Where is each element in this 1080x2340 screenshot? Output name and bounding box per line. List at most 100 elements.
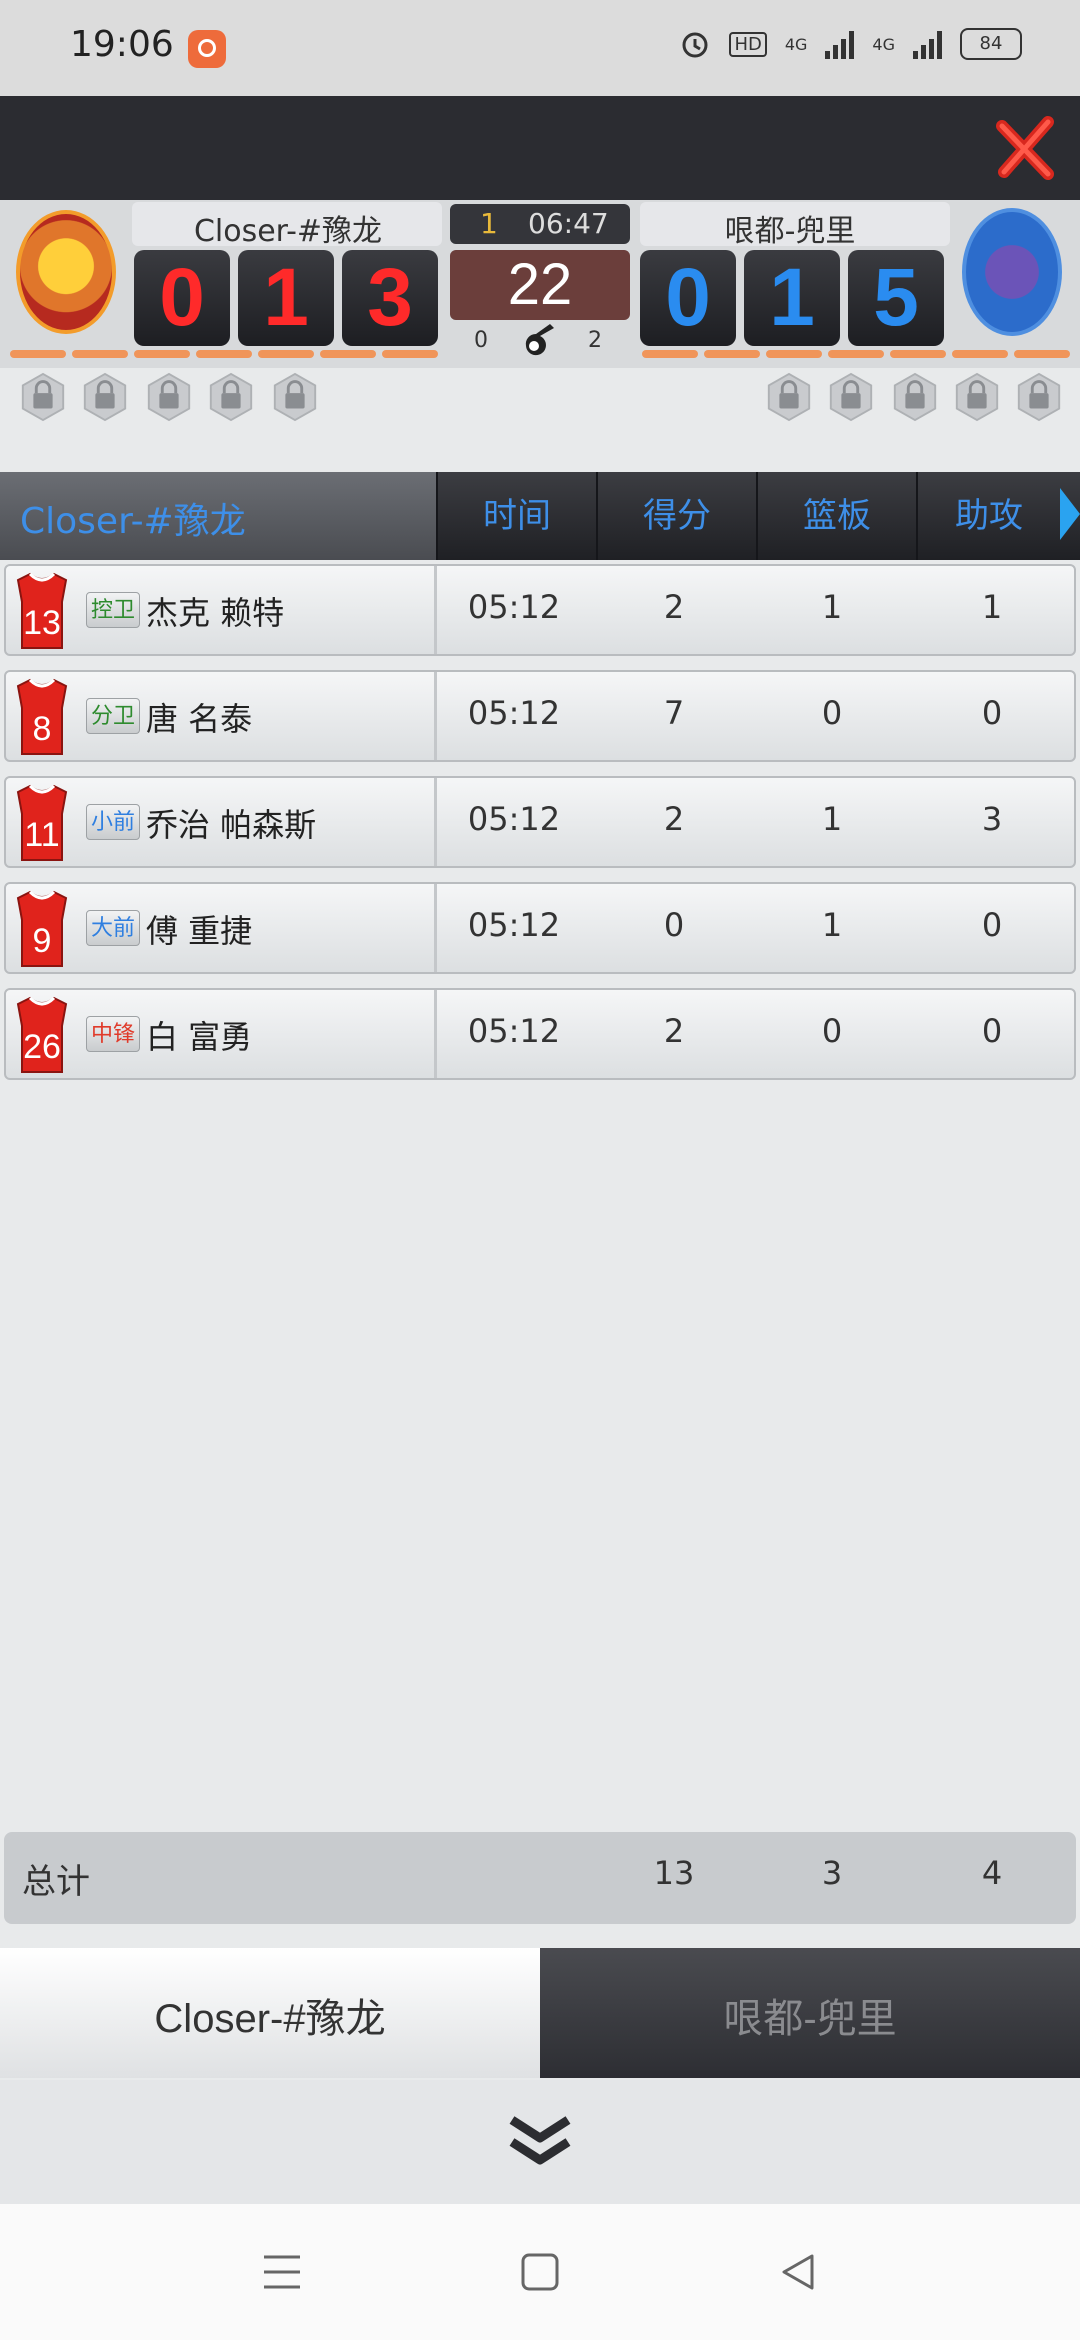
column-header-rebounds[interactable]: 篮板 xyxy=(756,472,916,560)
away-foul-indicators xyxy=(642,350,1070,358)
away-score-digit: 5 xyxy=(848,250,944,346)
position-badge: 小前 xyxy=(86,804,140,840)
whistle-icon xyxy=(525,324,554,356)
jersey-number: 13 xyxy=(23,604,61,642)
menu-icon[interactable] xyxy=(262,2254,302,2290)
locked-slot-icon xyxy=(21,372,65,422)
assists-cell: 0 xyxy=(981,906,1003,944)
jersey-icon: 9 xyxy=(16,890,68,967)
column-header-time[interactable]: 时间 xyxy=(436,472,596,560)
header-team-name: Closer-#豫龙 xyxy=(20,501,246,542)
locked-slot-icon xyxy=(767,372,811,422)
totals-row xyxy=(4,1832,1076,1924)
game-clock: 06:47 xyxy=(528,207,609,240)
scroll-right-arrow-icon[interactable] xyxy=(1060,488,1080,540)
player-name: 白 富勇 xyxy=(146,1018,253,1056)
total-assists: 4 xyxy=(981,1854,1003,1892)
row-divider xyxy=(434,672,437,760)
home-score-digit: 1 xyxy=(238,250,334,346)
home-team-name: Closer-#豫龙 xyxy=(193,214,383,249)
rebounds-cell: 0 xyxy=(821,1012,843,1050)
network-label-2: 4G xyxy=(872,34,895,54)
quarter-number: 1 xyxy=(480,207,498,240)
close-icon[interactable] xyxy=(992,112,1062,182)
assists-cell: 0 xyxy=(981,1012,1003,1050)
game-clock-box: 1 06:47 xyxy=(450,204,630,244)
locked-slot-icon xyxy=(209,372,253,422)
jersey-icon: 26 xyxy=(16,996,68,1073)
home-score-digit: 0 xyxy=(134,250,230,346)
player-name: 乔治 帕森斯 xyxy=(146,806,317,844)
row-divider xyxy=(434,884,437,972)
locked-slot-icon xyxy=(147,372,191,422)
row-divider xyxy=(434,778,437,866)
column-header-points[interactable]: 得分 xyxy=(596,472,756,560)
locked-slot-icon xyxy=(273,372,317,422)
minutes-cell: 05:12 xyxy=(467,1012,561,1050)
away-team-name: 哏都-兜里 xyxy=(724,214,856,249)
position-badge: 分卫 xyxy=(86,698,140,734)
away-team-logo xyxy=(962,208,1062,336)
tab-home-team-label[interactable]: Closer-#豫龙 xyxy=(0,1986,540,2044)
minutes-cell: 05:12 xyxy=(467,694,561,732)
jersey-number: 11 xyxy=(24,816,59,854)
row-divider xyxy=(434,566,437,654)
jersey-number: 8 xyxy=(33,710,52,748)
home-icon[interactable] xyxy=(520,2252,560,2292)
total-points: 13 xyxy=(653,1854,695,1892)
status-icons: HD 4G 4G 84 xyxy=(679,28,1022,60)
rebounds-cell: 1 xyxy=(821,906,843,944)
assists-cell: 1 xyxy=(981,588,1003,626)
minutes-cell: 05:12 xyxy=(467,800,561,838)
player-name: 唐 名泰 xyxy=(146,700,253,738)
assists-cell: 0 xyxy=(981,694,1003,732)
header-team-cell: Closer-#豫龙 xyxy=(0,472,436,560)
status-time: 19:06 xyxy=(70,24,174,65)
chevron-double-down-icon[interactable] xyxy=(506,2112,574,2170)
back-icon[interactable] xyxy=(778,2252,818,2292)
rebounds-cell: 0 xyxy=(821,694,843,732)
points-cell: 0 xyxy=(663,906,685,944)
points-cell: 2 xyxy=(663,800,685,838)
locked-slot-icon xyxy=(955,372,999,422)
jersey-number: 26 xyxy=(23,1028,61,1066)
hd-icon: HD xyxy=(729,31,767,57)
rebounds-cell: 1 xyxy=(821,800,843,838)
jersey-number: 9 xyxy=(33,922,52,960)
jersey-icon: 13 xyxy=(16,572,68,649)
shot-clock: 22 xyxy=(450,250,630,320)
row-divider xyxy=(434,990,437,1078)
alarm-icon xyxy=(682,32,708,58)
player-name: 杰克 赖特 xyxy=(146,594,285,632)
locked-slot-icon xyxy=(83,372,127,422)
home-team-logo xyxy=(16,210,116,334)
minutes-cell: 05:12 xyxy=(467,588,561,626)
assists-cell: 3 xyxy=(981,800,1003,838)
totals-label: 总计 xyxy=(22,1862,90,1902)
network-label-1: 4G xyxy=(784,34,808,54)
app-notification-icon xyxy=(188,30,226,68)
home-foul-indicators xyxy=(10,350,438,358)
position-badge: 控卫 xyxy=(86,592,140,628)
signal-icon-2 xyxy=(913,29,942,59)
locked-slot-icon xyxy=(893,372,937,422)
home-score-digit: 3 xyxy=(342,250,438,346)
possession-right: 2 xyxy=(588,328,602,353)
total-rebounds: 3 xyxy=(821,1854,843,1892)
points-cell: 2 xyxy=(663,1012,685,1050)
column-header-assists[interactable]: 助攻 xyxy=(916,472,1060,560)
possession-left: 0 xyxy=(474,328,488,353)
points-cell: 2 xyxy=(663,588,685,626)
minutes-cell: 05:12 xyxy=(467,906,561,944)
top-bar xyxy=(0,96,1080,200)
position-badge: 中锋 xyxy=(86,1016,140,1052)
away-score-digit: 1 xyxy=(744,250,840,346)
signal-icon-1 xyxy=(825,29,855,59)
away-score-digit: 0 xyxy=(640,250,736,346)
rebounds-cell: 1 xyxy=(821,588,843,626)
locked-slot-icon xyxy=(829,372,873,422)
player-name: 傅 重捷 xyxy=(146,912,253,950)
tab-away-team-label[interactable]: 哏都-兜里 xyxy=(540,1986,1080,2044)
position-badge: 大前 xyxy=(86,910,140,946)
jersey-icon: 11 xyxy=(16,784,68,861)
